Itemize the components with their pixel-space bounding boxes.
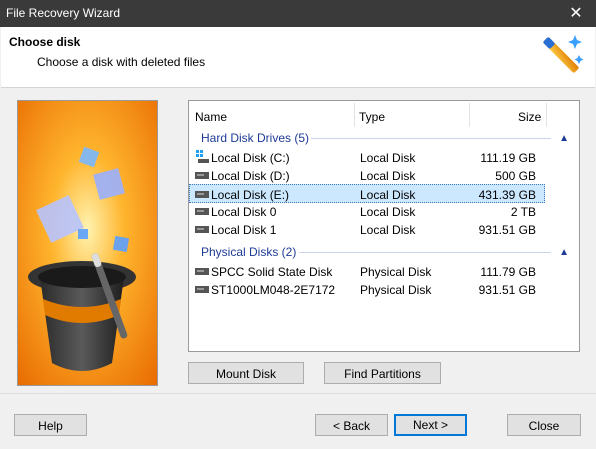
help-button[interactable]: Help: [14, 414, 87, 436]
window-close-button[interactable]: ✕: [556, 0, 596, 27]
disk-name: Local Disk 1: [211, 223, 277, 237]
window-title: File Recovery Wizard: [6, 6, 121, 20]
disk-size: 111.79 GB: [480, 265, 536, 279]
magic-wand-icon: [543, 35, 584, 73]
disk-type: Local Disk: [360, 151, 416, 165]
disk-type: Local Disk: [360, 205, 416, 219]
column-name[interactable]: Name: [195, 110, 227, 124]
disk-name: Local Disk (E:): [211, 188, 290, 202]
group-divider: [299, 252, 551, 253]
disk-size: 431.39 GB: [478, 188, 536, 202]
disk-type: Local Disk: [360, 169, 416, 183]
group-divider: [311, 138, 551, 139]
drive-icon: [195, 208, 209, 215]
disk-size: 931.51 GB: [478, 283, 536, 297]
disk-type: Local Disk: [360, 188, 416, 202]
disk-size: 111.19 GB: [480, 151, 536, 165]
title-bar: File Recovery Wizard ✕: [0, 0, 596, 27]
disk-name: SPCC Solid State Disk: [211, 265, 333, 279]
collapse-chevron-icon[interactable]: ▲: [559, 133, 569, 144]
column-header: Name Type Size: [189, 101, 549, 128]
mount-disk-button[interactable]: Mount Disk: [188, 362, 304, 384]
disk-row[interactable]: Local Disk (C:) Local Disk 111.19 GB: [190, 148, 544, 166]
disk-type: Local Disk: [360, 223, 416, 237]
disk-name: Local Disk 0: [211, 205, 277, 219]
disk-name: Local Disk (D:): [211, 169, 290, 183]
disk-name: Local Disk (C:): [211, 151, 290, 165]
disk-size: 2 TB: [510, 205, 536, 219]
column-size[interactable]: Size: [518, 110, 541, 124]
find-partitions-button[interactable]: Find Partitions: [324, 362, 441, 384]
drive-icon: [195, 172, 209, 179]
disk-type: Physical Disk: [360, 265, 432, 279]
disk-row[interactable]: SPCC Solid State Disk Physical Disk 111.…: [190, 262, 544, 280]
disk-row[interactable]: Local Disk 0 Local Disk 2 TB: [190, 202, 544, 220]
wizard-illustration: [17, 100, 158, 386]
disk-size: 931.51 GB: [478, 223, 536, 237]
disk-name: ST1000LM048-2E7172: [211, 283, 336, 297]
column-type[interactable]: Type: [359, 110, 385, 124]
back-button[interactable]: < Back: [315, 414, 388, 436]
disk-type: Physical Disk: [360, 283, 432, 297]
drive-icon: [195, 268, 209, 275]
disk-row[interactable]: Local Disk 1 Local Disk 931.51 GB: [190, 220, 544, 238]
page-subtitle: Choose a disk with deleted files: [37, 55, 206, 69]
page-title: Choose disk: [9, 35, 81, 49]
drive-icon: [195, 191, 209, 198]
drive-icon: [195, 226, 209, 233]
magic-hat-illustration: [18, 101, 157, 385]
disk-size: 500 GB: [495, 169, 536, 183]
disk-list[interactable]: Name Type Size Hard Disk Drives (5) ▲ Lo…: [188, 100, 580, 352]
group-header-hard-disk-drives[interactable]: Hard Disk Drives (5): [201, 131, 309, 145]
collapse-chevron-icon[interactable]: ▲: [559, 247, 569, 258]
group-header-physical-disks[interactable]: Physical Disks (2): [201, 245, 296, 259]
wizard-header: Choose disk Choose a disk with deleted f…: [1, 27, 595, 88]
drive-icon: [195, 286, 209, 293]
disk-row-selected[interactable]: Local Disk (E:) Local Disk 431.39 GB: [189, 184, 545, 203]
disk-row[interactable]: ST1000LM048-2E7172 Physical Disk 931.51 …: [190, 280, 544, 298]
windows-drive-icon: [196, 150, 209, 163]
close-button[interactable]: Close: [507, 414, 581, 436]
next-button[interactable]: Next >: [394, 414, 467, 436]
footer-divider: [0, 393, 596, 394]
disk-row[interactable]: Local Disk (D:) Local Disk 500 GB: [190, 166, 544, 184]
